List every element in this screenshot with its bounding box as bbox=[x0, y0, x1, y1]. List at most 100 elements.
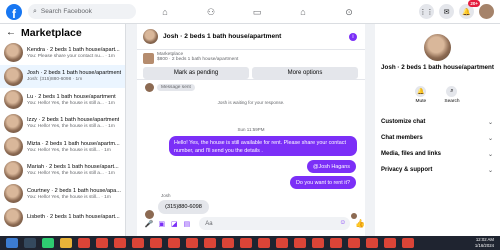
whatsapp-icon[interactable] bbox=[42, 238, 54, 248]
conversation-item[interactable]: Courtney · 2 beds 1 bath house/apa... You… bbox=[0, 182, 125, 206]
watch-icon[interactable]: ▭ bbox=[234, 0, 280, 24]
avatar[interactable] bbox=[424, 34, 451, 61]
account-actions: ⋮⋮ ✉ 🔔 20+ bbox=[419, 0, 494, 19]
listing-price[interactable]: $800 · 2 beds 1 bath house/apartment bbox=[157, 57, 359, 62]
sticker-icon[interactable]: ◪ bbox=[168, 220, 181, 228]
listing-card: Marketplace $800 · 2 beds 1 bath house/a… bbox=[137, 50, 365, 80]
search-label: Search bbox=[444, 99, 460, 104]
system-clock[interactable]: 12:02 AM 1/16/2024 bbox=[475, 237, 494, 248]
page-title: Marketplace bbox=[21, 26, 82, 39]
conversation-item[interactable]: Mariah · 2 beds 1 bath house/apart... You… bbox=[0, 159, 125, 183]
outgoing-message[interactable]: Do you want to rent it? bbox=[290, 176, 356, 189]
avatar bbox=[145, 83, 154, 92]
avatar[interactable] bbox=[143, 29, 158, 44]
conversation-name: Mariah · 2 beds 1 bath house/apart... bbox=[27, 164, 119, 171]
file-explorer-icon[interactable] bbox=[60, 238, 72, 248]
message-thread[interactable]: Message sent Josh is waiting for your re… bbox=[137, 80, 365, 230]
media-files-links-section[interactable]: Media, files and links ⌄ bbox=[381, 151, 493, 158]
outgoing-message[interactable]: @Josh Hagans bbox=[307, 160, 356, 173]
chrome-icon[interactable] bbox=[132, 238, 144, 248]
chrome-icon[interactable] bbox=[294, 238, 306, 248]
chrome-icon[interactable] bbox=[348, 238, 360, 248]
chrome-icon[interactable] bbox=[222, 238, 234, 248]
chrome-icon[interactable] bbox=[78, 238, 90, 248]
chrome-icon[interactable] bbox=[330, 238, 342, 248]
avatar bbox=[4, 43, 23, 63]
main-nav: ⌂ ⚇ ▭ ⌂ ⊙ bbox=[142, 0, 372, 24]
marketplace-icon[interactable]: ⌂ bbox=[280, 0, 326, 24]
chrome-icon[interactable] bbox=[240, 238, 252, 248]
privacy-support-section[interactable]: Privacy & support ⌄ bbox=[381, 167, 493, 174]
friends-icon[interactable]: ⚇ bbox=[188, 0, 234, 24]
chevron-down-icon: ⌄ bbox=[487, 136, 493, 142]
more-options-button[interactable]: More options bbox=[252, 67, 358, 79]
emoji-icon[interactable]: ☺ bbox=[339, 219, 346, 226]
chrome-icon[interactable] bbox=[96, 238, 108, 248]
like-icon[interactable]: 👍 bbox=[355, 219, 365, 228]
message-input[interactable]: Aa ☺ bbox=[199, 217, 351, 230]
microphone-icon[interactable]: 🎤 bbox=[143, 220, 156, 228]
customize-chat-section[interactable]: Customize chat ⌄ bbox=[381, 119, 493, 126]
conversation-item[interactable]: Izzy · 2 beds 1 bath house/apartment You:… bbox=[0, 112, 125, 136]
inbox-header: ← Marketplace bbox=[0, 24, 125, 41]
messenger-icon[interactable]: ✉ bbox=[439, 4, 454, 19]
panel-title: Josh · 2 beds 1 bath house/apartment bbox=[380, 64, 495, 71]
listing-thumbnail[interactable] bbox=[143, 53, 154, 64]
avatar bbox=[4, 184, 23, 204]
mute-label: Mute bbox=[415, 99, 427, 104]
windows-taskbar: 12:02 AM 1/16/2024 bbox=[0, 236, 500, 250]
conversation-preview: You: Hello! Yes, the house is still... ·… bbox=[27, 194, 111, 200]
menu-grid-icon[interactable]: ⋮⋮ bbox=[419, 4, 434, 19]
marketplace-inbox: ← Marketplace Kendra · 2 beds 1 bath hou… bbox=[0, 24, 126, 236]
mark-as-pending-button[interactable]: Mark as pending bbox=[143, 67, 249, 79]
search-taskbar-icon[interactable] bbox=[24, 238, 36, 248]
chrome-icon[interactable] bbox=[168, 238, 180, 248]
chrome-icon[interactable] bbox=[312, 238, 324, 248]
info-icon[interactable]: i bbox=[349, 33, 357, 41]
chrome-icon[interactable] bbox=[150, 238, 162, 248]
image-icon[interactable]: ▣ bbox=[156, 220, 169, 228]
conversation-item[interactable]: Kendra · 2 beds 1 bath house/apart... You… bbox=[0, 41, 125, 65]
conversation-item[interactable]: Mizta · 2 beds 1 bath house/apartm... You… bbox=[0, 135, 125, 159]
message-sent-note: Message sent bbox=[145, 83, 195, 92]
chrome-icon[interactable] bbox=[114, 238, 126, 248]
search-button[interactable]: ⌕ Search bbox=[444, 86, 460, 104]
conversation-name: Courtney · 2 beds 1 bath house/apa... bbox=[27, 187, 121, 194]
chevron-down-icon: ⌄ bbox=[487, 168, 493, 174]
search-input[interactable]: ⌕ Search Facebook bbox=[28, 4, 136, 19]
chrome-icon[interactable] bbox=[384, 238, 396, 248]
message-composer: 🎤 ▣ ◪ ▤ Aa ☺ 👍 bbox=[137, 211, 365, 236]
chrome-icon[interactable] bbox=[366, 238, 378, 248]
conversation-preview: You: Hello! Yes, the house is still a...… bbox=[27, 171, 115, 177]
conversation-preview: Josh: (315)880-6098 · 1m bbox=[27, 77, 83, 83]
outgoing-message[interactable]: Hello! Yes, the house is still available… bbox=[169, 136, 357, 156]
avatar bbox=[4, 66, 23, 86]
conversation-name: Mizta · 2 beds 1 bath house/apartm... bbox=[27, 140, 120, 147]
chat-title[interactable]: Josh · 2 beds 1 bath house/apartment bbox=[163, 33, 281, 40]
notifications-bell-icon[interactable]: 🔔 20+ bbox=[459, 0, 480, 19]
conversation-item[interactable]: Lisbeth · 2 beds 1 bath house/apart... bbox=[0, 206, 125, 230]
conversation-item-active[interactable]: Josh · 2 beds 1 bath house/apartment Josh… bbox=[0, 64, 125, 88]
conversation-name: Kendra · 2 beds 1 bath house/apart... bbox=[27, 46, 120, 53]
conversation-item[interactable]: Lu · 2 beds 1 bath house/apartment You: H… bbox=[0, 88, 125, 112]
chat-members-section[interactable]: Chat members ⌄ bbox=[381, 135, 493, 142]
back-arrow-icon[interactable]: ← bbox=[6, 27, 16, 38]
home-icon[interactable]: ⌂ bbox=[142, 0, 188, 24]
chrome-icon[interactable] bbox=[258, 238, 270, 248]
section-label: Privacy & support bbox=[381, 167, 433, 173]
chrome-icon[interactable] bbox=[276, 238, 288, 248]
mute-button[interactable]: 🔔 Mute bbox=[415, 86, 427, 104]
chrome-icon[interactable] bbox=[204, 238, 216, 248]
gif-icon[interactable]: ▤ bbox=[181, 220, 194, 228]
chrome-icon[interactable] bbox=[402, 238, 414, 248]
start-icon[interactable] bbox=[6, 238, 18, 248]
gaming-icon[interactable]: ⊙ bbox=[326, 0, 372, 24]
avatar bbox=[4, 113, 23, 133]
chat-window: Josh · 2 beds 1 bath house/apartment i M… bbox=[137, 24, 365, 236]
avatar bbox=[4, 137, 23, 157]
chrome-icon[interactable] bbox=[186, 238, 198, 248]
sender-name: Josh bbox=[161, 193, 171, 198]
facebook-logo[interactable]: f bbox=[6, 3, 22, 20]
message-timestamp: Sun 11:59PM bbox=[237, 127, 265, 132]
account-avatar[interactable] bbox=[479, 4, 494, 19]
